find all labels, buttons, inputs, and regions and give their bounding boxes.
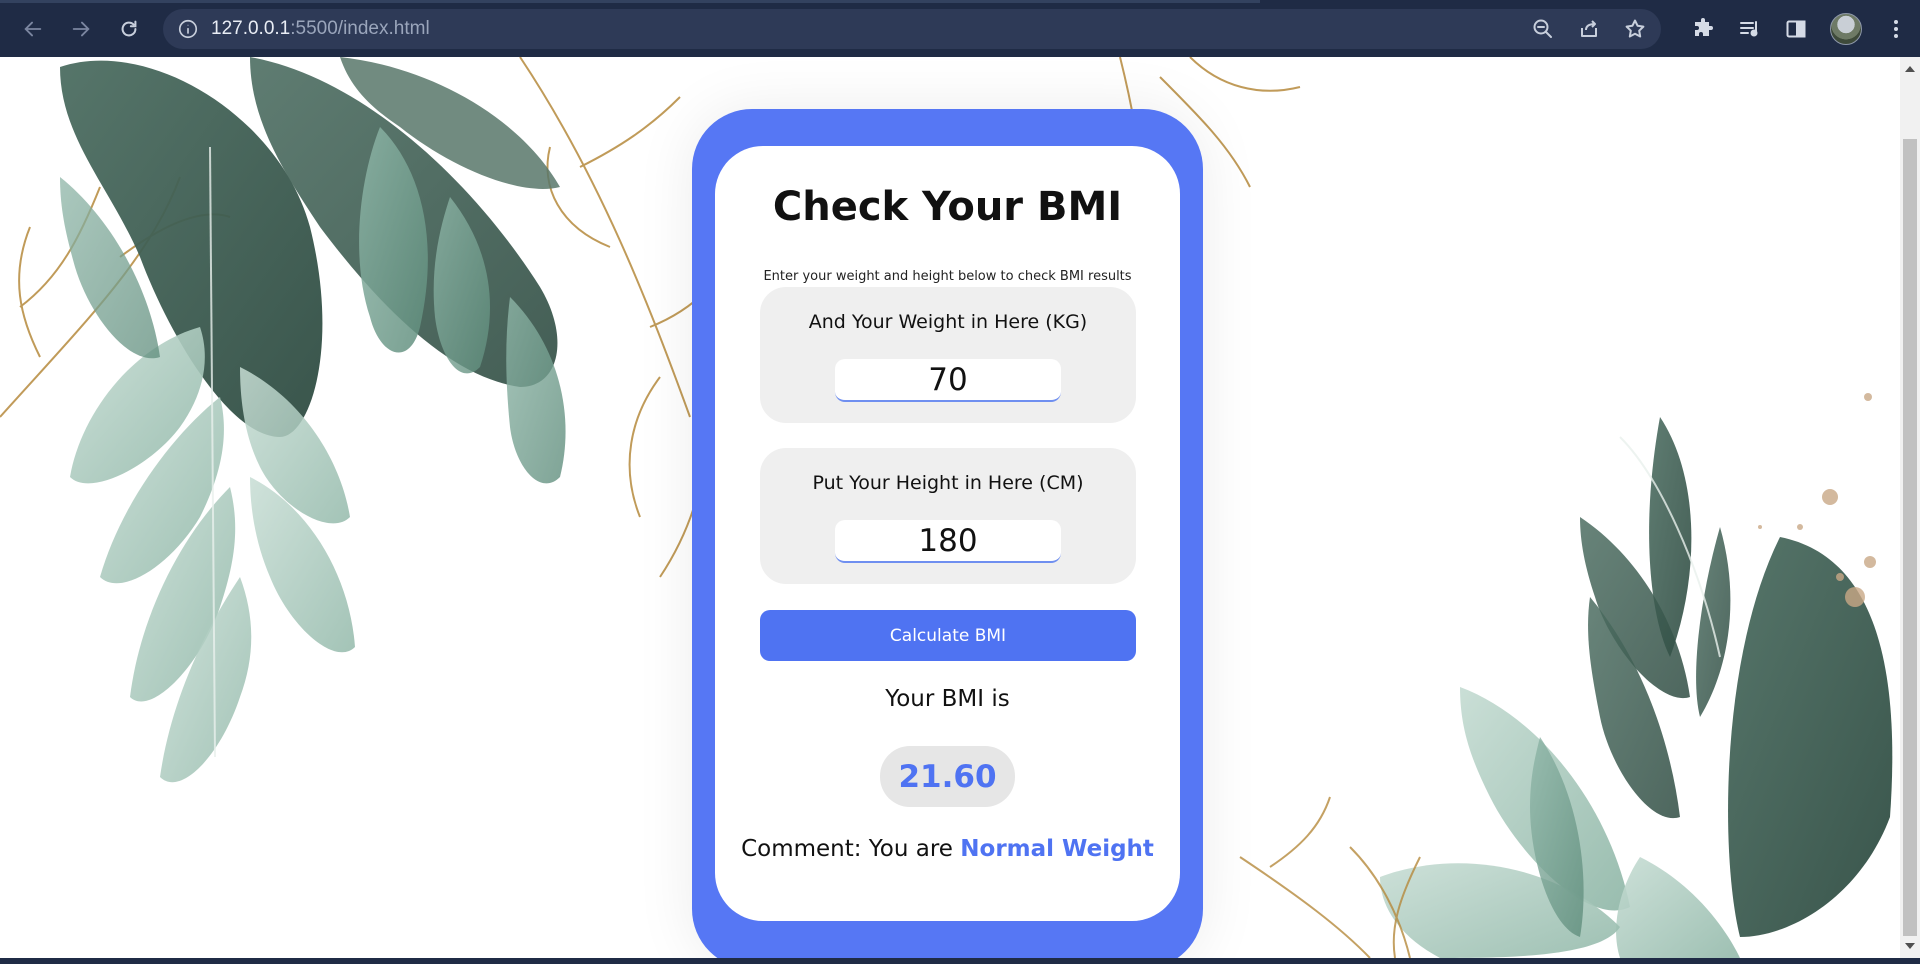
address-bar-actions (1531, 9, 1647, 49)
leaves-right (1380, 417, 1893, 958)
scroll-up-arrow-icon[interactable] (1905, 66, 1915, 72)
comment-prefix: Comment: You are (741, 836, 953, 862)
reload-icon (121, 20, 137, 36)
forward-arrow-icon (72, 21, 90, 36)
url-host: 127.0.0.1 (211, 18, 291, 39)
zoom-out-icon[interactable] (1531, 17, 1555, 41)
browser-toolbar: 127.0.0.1:5500/index.html (0, 0, 1920, 57)
weight-input[interactable] (835, 359, 1061, 402)
bmi-result-label: Your BMI is (885, 686, 1010, 712)
reload-button[interactable] (105, 5, 153, 53)
leaves-left (60, 57, 566, 783)
toolbar-actions (1692, 0, 1908, 57)
tab-strip (0, 0, 1260, 3)
star-icon[interactable] (1623, 17, 1647, 41)
page-title: Check Your BMI (772, 184, 1123, 230)
bmi-comment: Comment: You are Normal Weight (715, 836, 1180, 862)
side-panel-icon[interactable] (1784, 17, 1808, 41)
info-icon[interactable] (177, 18, 199, 40)
back-arrow-icon (24, 21, 42, 36)
taskbar-edge (0, 958, 1920, 964)
bmi-value-badge: 21.60 (880, 746, 1015, 807)
profile-avatar[interactable] (1830, 12, 1862, 45)
scroll-down-arrow-icon[interactable] (1905, 943, 1915, 949)
puzzle-icon[interactable] (1692, 17, 1716, 41)
page-subtitle: Enter your weight and height below to ch… (763, 269, 1132, 284)
address-bar[interactable]: 127.0.0.1:5500/index.html (163, 9, 1661, 49)
calculate-bmi-button[interactable]: Calculate BMI (760, 610, 1136, 661)
url-text[interactable]: 127.0.0.1:5500/index.html (211, 18, 430, 40)
share-icon[interactable] (1577, 17, 1601, 41)
kebab-menu-icon[interactable] (1884, 17, 1908, 41)
url-path: :5500/index.html (290, 18, 430, 39)
page-viewport: Check Your BMI Enter your weight and hei… (0, 57, 1900, 958)
page-scrollbar[interactable] (1900, 57, 1920, 958)
bmi-card: Check Your BMI Enter your weight and hei… (715, 146, 1180, 921)
media-queue-icon[interactable] (1738, 17, 1762, 41)
back-button[interactable] (9, 5, 57, 53)
weight-field-group: And Your Weight in Here (KG) (760, 287, 1136, 423)
height-label: Put Your Height in Here (CM) (812, 472, 1084, 494)
scrollbar-thumb[interactable] (1903, 139, 1917, 936)
comment-value: Normal Weight (960, 836, 1154, 862)
bmi-card-frame: Check Your BMI Enter your weight and hei… (692, 109, 1203, 958)
forward-button[interactable] (57, 5, 105, 53)
weight-label: And Your Weight in Here (KG) (808, 311, 1088, 333)
height-input[interactable] (835, 520, 1061, 563)
height-field-group: Put Your Height in Here (CM) (760, 448, 1136, 584)
